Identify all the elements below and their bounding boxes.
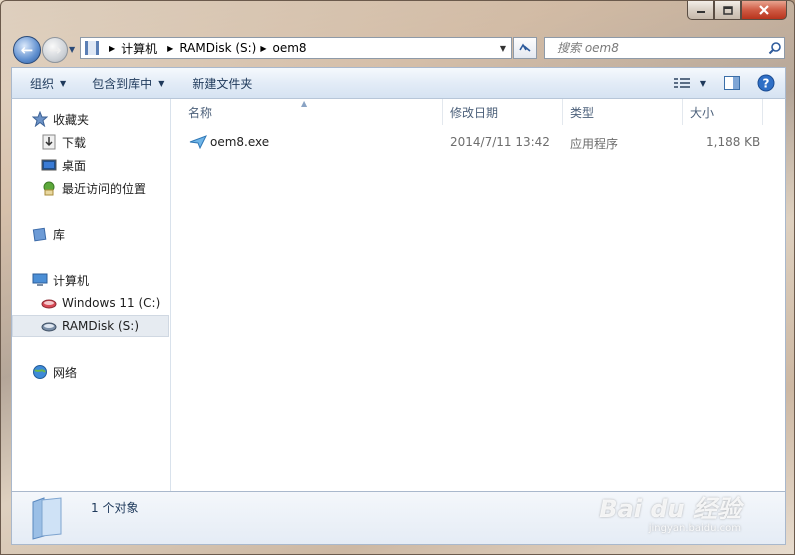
refresh-icon [519,43,531,52]
search-box[interactable] [544,37,785,59]
desktop-icon [41,157,57,173]
forward-button[interactable]: → [42,37,68,63]
column-label: 修改日期 [450,105,499,120]
breadcrumb-computer[interactable]: ▶ 计算机 [105,40,157,57]
organize-menu[interactable]: 组织 ▼ [20,71,76,95]
column-header-name[interactable]: 名称 [181,99,443,125]
nav-label: RAMDisk (S:) [62,319,140,333]
watermark-logo: Bai du 经验 [599,495,741,523]
command-bar: 组织 ▼ 包含到库中 ▼ 新建文件夹 ▼ ? [11,67,786,99]
file-modified: 2014/7/11 13:42 [450,135,550,149]
nav-drive-c[interactable]: Windows 11 (C:) [41,292,160,314]
view-dropdown-button[interactable]: ▼ [695,71,711,95]
minimize-icon [696,11,705,13]
folder-icon [30,496,64,543]
column-label: 大小 [690,105,715,120]
navigation-pane: 收藏夹 下载 桌面 最近访问的位置 库 计算机 Windows 11 (C:) … [12,99,171,491]
nav-favorites[interactable]: 收藏夹 [32,108,89,130]
folder-location-icon [85,41,99,55]
help-button[interactable]: ? [753,71,779,95]
caption-buttons [687,1,787,20]
nav-computer[interactable]: 计算机 [32,269,89,291]
forward-arrow-icon: → [48,41,62,59]
search-icon[interactable] [766,39,784,57]
nav-label: 库 [53,227,66,242]
close-button[interactable] [741,1,787,20]
details-pane: 1 个对象 Bai du 经验 jingyan.baidu.com [11,491,786,545]
column-header-type[interactable]: 类型 [563,99,683,125]
breadcrumb-ramdisk[interactable]: ▶ RAMDisk (S:) [157,41,256,55]
help-icon: ? [757,74,775,92]
nav-label: 下载 [62,135,87,150]
new-folder-button[interactable]: 新建文件夹 [182,71,262,95]
watermark-url: jingyan.baidu.com [648,523,741,534]
nav-label: Windows 11 (C:) [62,296,161,310]
nav-network[interactable]: 网络 [32,361,77,383]
item-count: 1 个对象 [91,501,139,515]
view-list-icon [674,78,690,88]
file-name[interactable]: oem8.exe [210,135,269,149]
view-options-button[interactable] [669,71,695,95]
svg-text:?: ? [763,77,770,91]
network-icon [32,364,48,380]
nav-downloads[interactable]: 下载 [41,131,86,153]
preview-pane-button[interactable] [719,71,745,95]
back-button[interactable]: ← [13,36,41,64]
file-type: 应用程序 [570,137,619,151]
file-size: 1,188 KB [706,135,761,149]
nav-label: 网络 [53,365,78,380]
nav-drive-s[interactable]: RAMDisk (S:) [12,315,169,337]
drive-icon [41,318,57,334]
drive-icon [41,295,57,311]
nav-label: 收藏夹 [53,112,90,127]
breadcrumb-oem8[interactable]: ▶ oem8 [256,41,306,55]
back-arrow-icon: ← [20,41,34,59]
column-header-size[interactable]: 大小 [683,99,763,125]
breadcrumb-label[interactable]: 计算机 [121,40,157,57]
maximize-icon [722,5,733,15]
search-input[interactable] [555,40,766,56]
exe-file-icon [189,135,208,152]
nav-label: 计算机 [53,273,90,288]
star-icon [32,111,48,127]
nav-label: 桌面 [62,158,87,173]
download-folder-icon [41,134,57,150]
chevron-right-icon[interactable]: ▶ [260,44,266,53]
breadcrumb-label[interactable]: oem8 [273,41,307,55]
column-header-modified[interactable]: 修改日期 [443,99,563,125]
breadcrumb-label[interactable]: RAMDisk (S:) [179,41,256,55]
nav-desktop[interactable]: 桌面 [41,154,86,176]
recent-pages-dropdown[interactable]: ▼ [69,45,75,54]
column-label: 名称 [188,105,213,120]
include-in-library-menu[interactable]: 包含到库中 ▼ [82,71,174,95]
refresh-button[interactable] [513,37,537,59]
chevron-down-icon: ▼ [158,78,165,88]
new-folder-label: 新建文件夹 [192,76,253,91]
address-history-dropdown[interactable]: ▼ [495,44,511,53]
organize-label: 组织 [30,76,55,91]
content-area: 收藏夹 下载 桌面 最近访问的位置 库 计算机 Windows 11 (C:) … [11,99,786,491]
chevron-down-icon: ▼ [60,78,67,88]
column-label: 类型 [570,105,595,120]
nav-label: 最近访问的位置 [62,181,147,196]
recent-places-icon [41,180,57,196]
address-bar[interactable]: ▶ 计算机 ▶ RAMDisk (S:) ▶ oem8 ▼ [80,37,512,59]
close-icon [759,5,769,15]
chevron-right-icon[interactable]: ▶ [167,44,173,53]
nav-recent-places[interactable]: 最近访问的位置 [41,177,146,199]
file-list: 名称 ▲ 修改日期 类型 大小 oem8.exe 2014/7/11 13:42… [171,99,785,491]
minimize-button[interactable] [687,1,714,20]
computer-icon [32,272,48,288]
maximize-button[interactable] [714,1,741,20]
explorer-window: ← → ▼ ▶ 计算机 ▶ RAMDisk (S:) ▶ oem8 ▼ 组织 ▼ [0,0,795,555]
include-in-library-label: 包含到库中 [92,76,153,91]
chevron-right-icon[interactable]: ▶ [109,44,115,53]
sort-ascending-icon: ▲ [301,99,308,108]
table-row[interactable]: oem8.exe 2014/7/11 13:42 应用程序 1,188 KB [171,132,771,154]
library-icon [32,226,48,242]
nav-libraries[interactable]: 库 [32,223,65,245]
preview-pane-icon [724,76,740,90]
